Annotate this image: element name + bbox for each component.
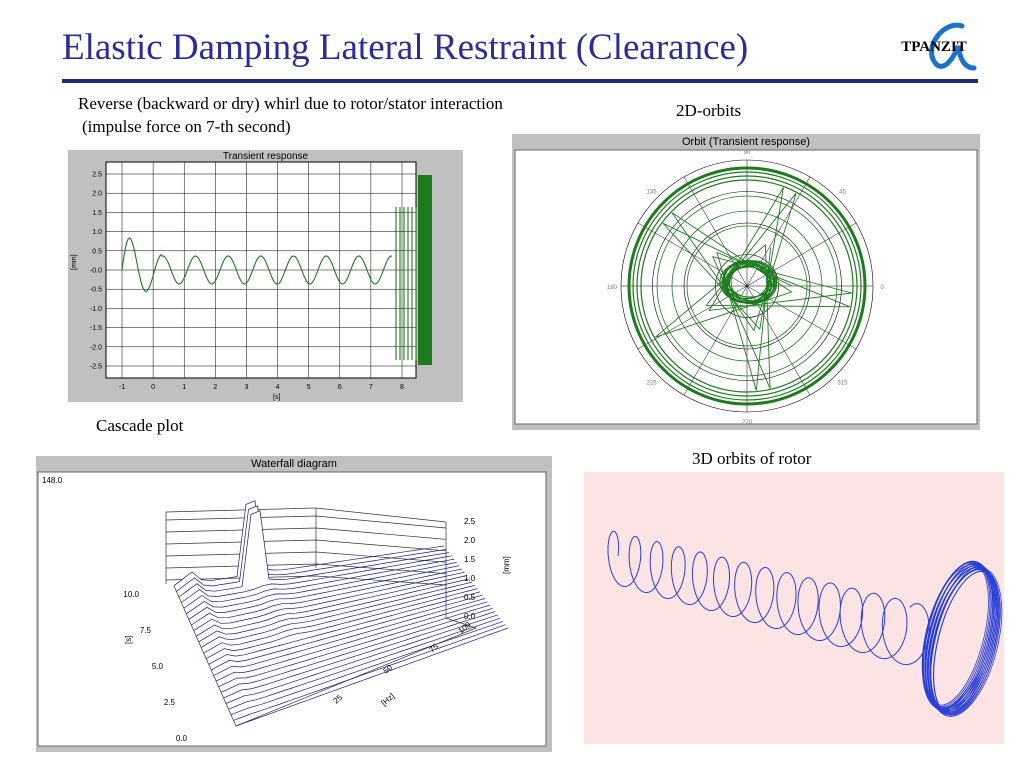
orbits3d-chart xyxy=(607,530,1003,717)
logo-text: TPANZIT xyxy=(901,39,967,55)
orbit-panel: Orbit (Transient response) 0 45 90 135 180 22… xyxy=(512,134,980,430)
orbit-angle-label: 270 xyxy=(742,420,753,426)
company-logo: TPANZIT xyxy=(884,18,984,76)
orbit-angle-label: 90 xyxy=(744,150,751,156)
transient-xtick: 1 xyxy=(182,384,186,391)
transient-xtick: 7 xyxy=(369,384,373,391)
waterfall-chart: 148.0 2.52.01.51.00.50.010.07.55.02.50.0… xyxy=(37,471,547,747)
orbit-angle-label: 225 xyxy=(647,380,658,386)
transient-chart: 2.52.01.51.00.5-0.0-0.5-1.0-1.5-2.0-2.5 … xyxy=(71,161,432,401)
transient-xtick: 2 xyxy=(213,384,217,391)
caption-reverse-whirl: Reverse (backward or dry) whirl due to r… xyxy=(78,94,503,113)
transient-xtick: 3 xyxy=(244,384,248,391)
transient-ytick: -1.0 xyxy=(90,306,102,313)
waterfall-z-tick: 1.5 xyxy=(464,555,476,564)
waterfall-time-tick: 10.0 xyxy=(123,590,139,599)
caption-3d-orbits: 3D orbits of rotor xyxy=(692,449,812,468)
waterfall-z-tick: 2.0 xyxy=(464,536,476,545)
transient-burst xyxy=(418,175,432,365)
transient-ytick: -0.0 xyxy=(90,268,102,275)
waterfall-z-label: [mm] xyxy=(502,556,511,574)
transient-xtick: 6 xyxy=(338,384,342,391)
rotor-helix xyxy=(607,530,930,666)
waterfall-z-tick: 1.0 xyxy=(464,574,476,583)
page-title: Elastic Damping Lateral Restraint (Clear… xyxy=(62,27,749,68)
orbits3d-panel xyxy=(584,472,1004,744)
orbit-angle-label: 45 xyxy=(839,190,846,196)
waterfall-corner-value: 148.0 xyxy=(42,476,63,485)
transient-ylabel: [mm] xyxy=(71,254,78,270)
transient-ytick: 0.5 xyxy=(92,248,102,255)
transient-xtick: 8 xyxy=(400,384,404,391)
transient-ytick: -2.5 xyxy=(90,364,102,371)
orbit-angle-label: 180 xyxy=(607,285,618,291)
orbit-angle-label: 315 xyxy=(837,380,848,386)
transient-ytick: -2.0 xyxy=(90,344,102,351)
waterfall-time-tick: 7.5 xyxy=(140,626,152,635)
transient-ytick: 2.0 xyxy=(92,191,102,198)
waterfall-time-label: [s] xyxy=(124,636,133,644)
transient-xtick: -1 xyxy=(119,384,125,391)
title-divider xyxy=(62,79,978,83)
waterfall-time-tick: 5.0 xyxy=(152,662,164,671)
caption-impulse: (impulse force on 7-th second) xyxy=(82,117,291,136)
waterfall-time-tick: 0.0 xyxy=(176,734,188,743)
transient-xtick: 0 xyxy=(151,384,155,391)
waterfall-z-tick: 0.5 xyxy=(464,593,476,602)
transient-ytick: -1.5 xyxy=(90,325,102,332)
caption-cascade: Cascade plot xyxy=(96,416,184,435)
transient-ytick: 1.0 xyxy=(92,229,102,236)
transient-xtick: 5 xyxy=(307,384,311,391)
waterfall-panel: Waterfall diagram 148.0 2.5 2.0 1.5 1.0 0.5 0… xyxy=(36,456,552,752)
rotor-disk xyxy=(921,560,1003,717)
caption-2d-orbits: 2D-orbits xyxy=(676,101,742,120)
waterfall-z-tick: 2.5 xyxy=(464,517,476,526)
orbit-angle-label: 135 xyxy=(647,190,658,196)
transient-xtick: 4 xyxy=(276,384,280,391)
transient-panel: Transient response 2.5 2.0 1.5 1.0 0.5 -0.0 -0… xyxy=(68,150,463,402)
orbit-chart: 04590135180225270315 xyxy=(514,149,978,426)
transient-ytick: 1.5 xyxy=(92,210,102,217)
waterfall-time-tick: 2.5 xyxy=(164,698,176,707)
transient-ytick: 2.5 xyxy=(92,172,102,179)
transient-xlabel: [s] xyxy=(273,394,280,401)
transient-ytick: -0.5 xyxy=(90,287,102,294)
